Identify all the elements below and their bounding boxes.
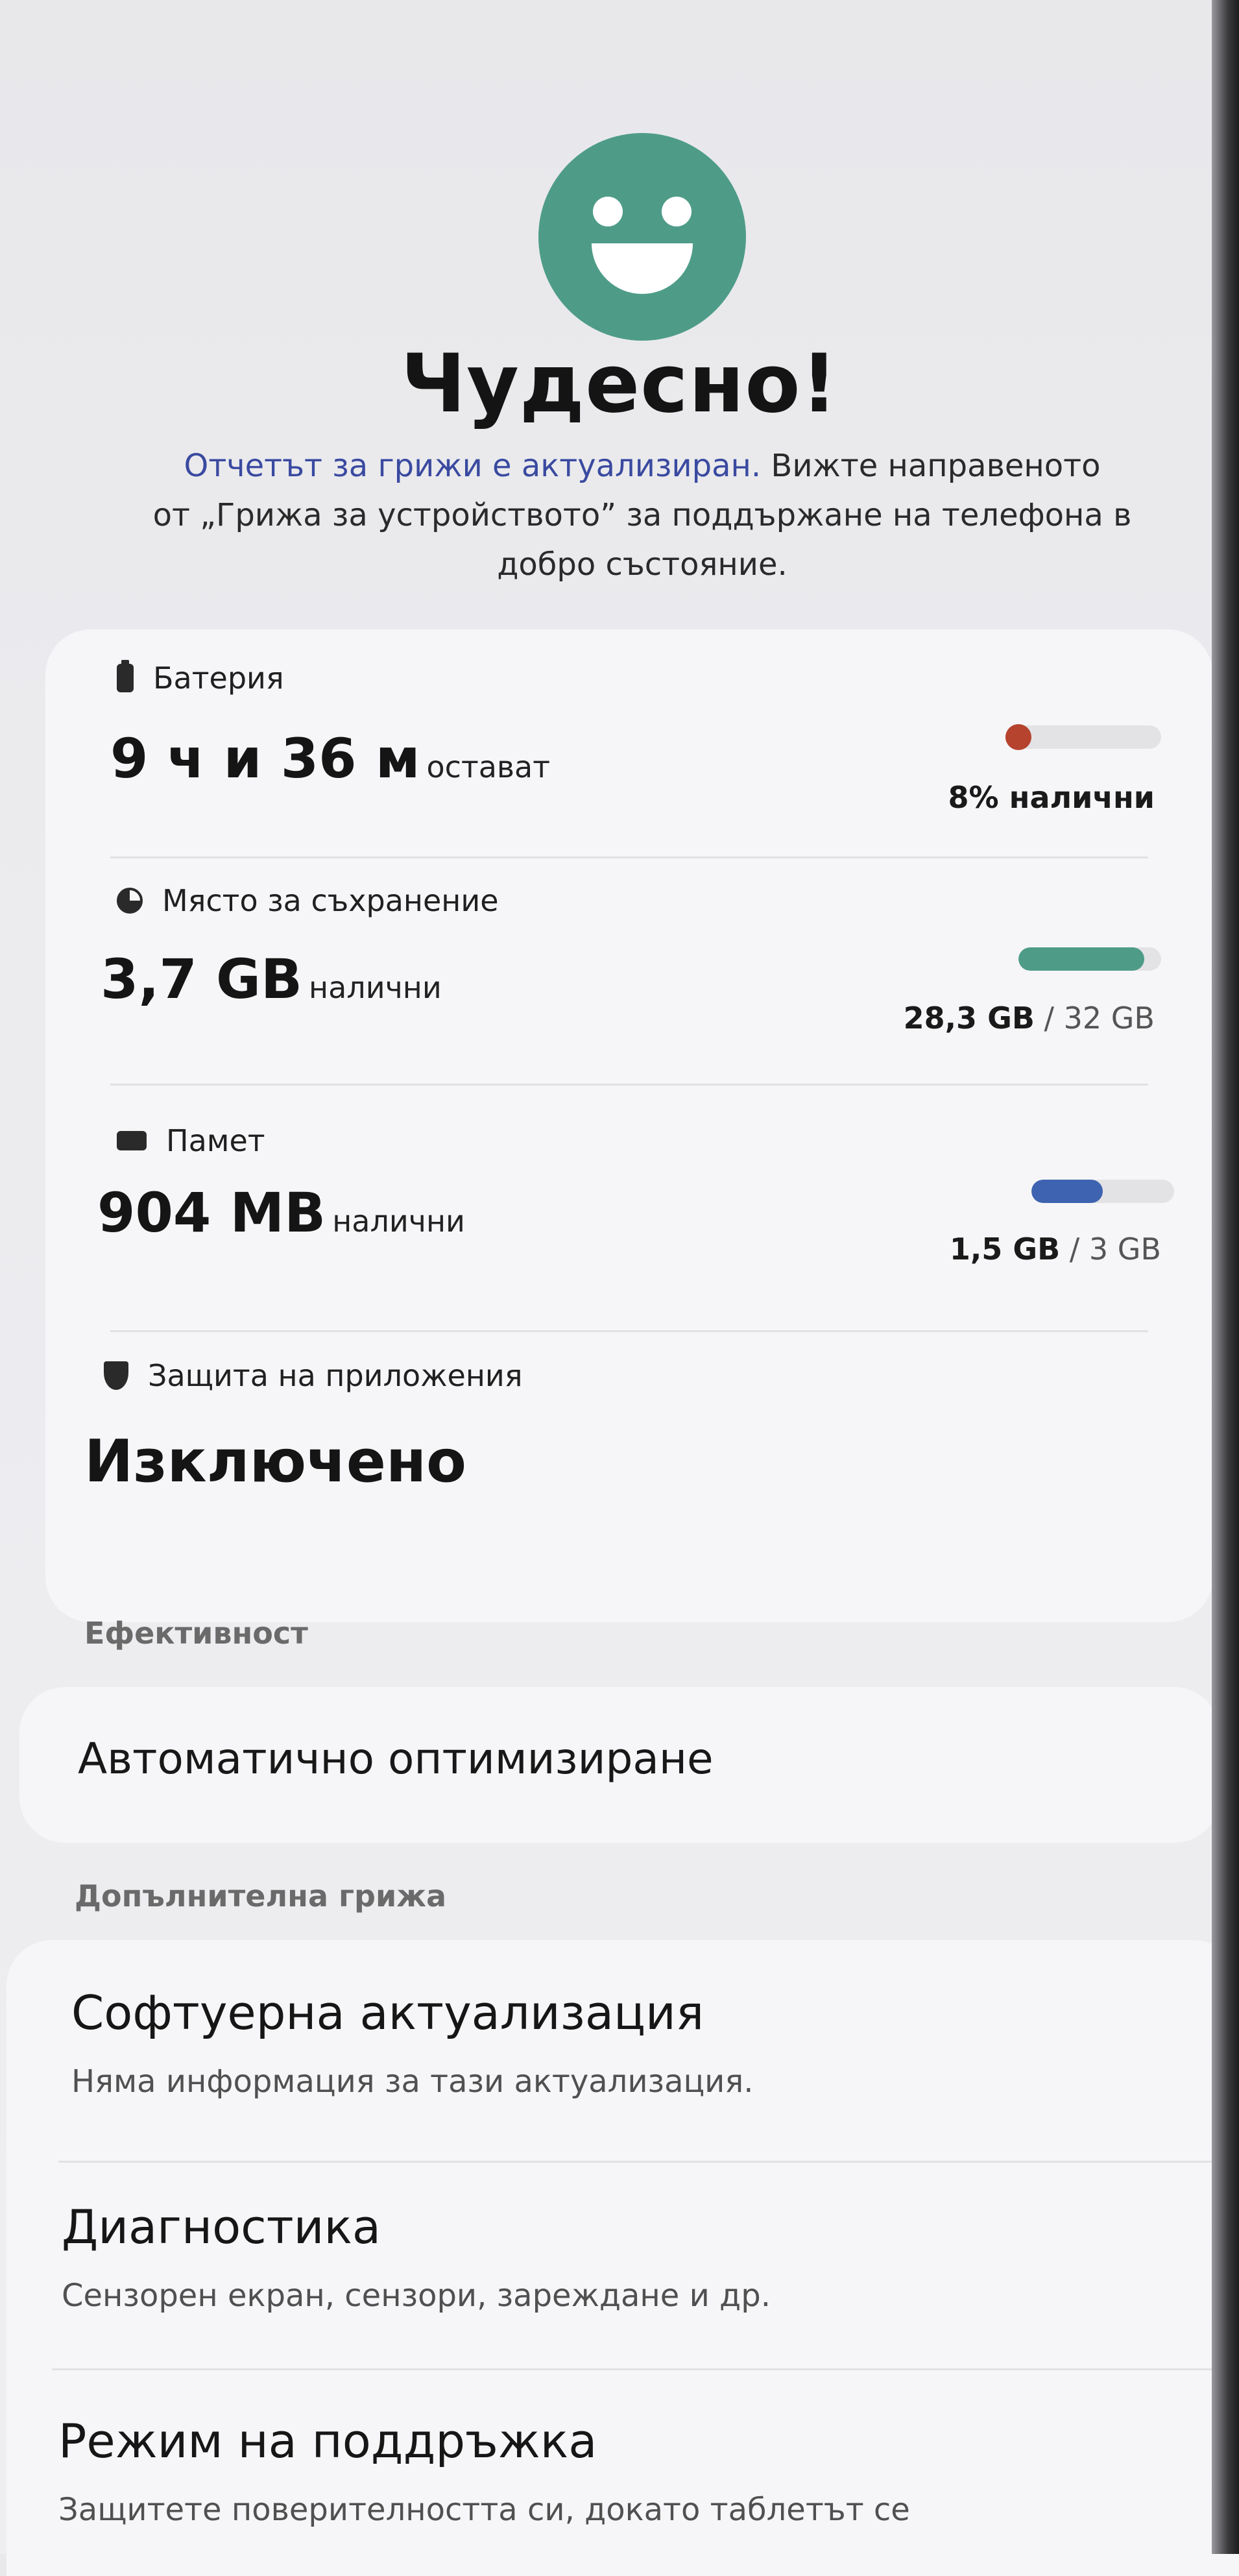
battery-time-suffix: остават (426, 749, 551, 784)
app-protection-header: Защита на приложения (104, 1356, 523, 1395)
smiley-eye-right (662, 197, 692, 226)
device-bezel (1212, 0, 1239, 2554)
battery-icon (117, 660, 134, 692)
additional-care-card: Софтуерна актуализация Няма информация з… (6, 1940, 1239, 2576)
battery-header: Батерия (117, 659, 284, 698)
smiley-eye-left (593, 197, 623, 226)
memory-usage-text: 1,5 GB / 3 GB (950, 1232, 1161, 1267)
memory-available: 904 MB налични (97, 1181, 465, 1245)
device-care-summary-card: Батерия 9 ч и 36 м остават 8% налични Мяс… (45, 629, 1213, 1622)
memory-header: Памет (117, 1121, 265, 1160)
divider (52, 2368, 1213, 2370)
report-desc-line1: Вижте направеното (761, 448, 1101, 484)
battery-time-value: 9 ч и 36 м (110, 727, 420, 790)
auto-optimize-card[interactable]: Автоматично оптимизиране (19, 1687, 1220, 1843)
storage-available-value: 3,7 GB (101, 947, 303, 1011)
storage-available: 3,7 GB налични (101, 947, 442, 1011)
maintenance-mode-title[interactable]: Режим на поддръжка (58, 2414, 597, 2468)
storage-pie-icon (117, 888, 143, 914)
app-protection-label: Защита на приложения (148, 1358, 523, 1393)
additional-care-header: Допълнителна грижа (75, 1878, 447, 1914)
diagnostics-title[interactable]: Диагностика (62, 2200, 381, 2254)
memory-usage-bar (1031, 1180, 1174, 1203)
storage-usage-fill (1018, 947, 1144, 971)
memory-chip-icon (117, 1131, 147, 1150)
storage-used: 28,3 GB (903, 1001, 1035, 1036)
storage-section[interactable]: Място за съхранение 3,7 GB налични 28,3 G… (45, 857, 1213, 1097)
report-desc-line3: добро състояние. (497, 546, 788, 583)
storage-header: Място за съхранение (117, 881, 499, 920)
screen: Чудесно! Отчетът за грижи е актуализиран… (0, 0, 1239, 2576)
software-update-title[interactable]: Софтуерна актуализация (71, 1986, 704, 2040)
battery-level-dot (1005, 724, 1031, 750)
software-update-subtitle: Няма информация за тази актуализация. (71, 2063, 754, 2100)
report-updated-link[interactable]: Отчетът за грижи е актуализиран. (184, 448, 762, 484)
storage-available-suffix: налични (309, 970, 442, 1005)
shield-icon (104, 1361, 128, 1390)
efficiency-header: Ефективност (84, 1616, 308, 1651)
smiley-icon (538, 133, 746, 341)
report-description: Отчетът за грижи е актуализиран. Вижте н… (130, 441, 1155, 589)
storage-usage-bar (1018, 947, 1161, 971)
memory-available-value: 904 MB (97, 1181, 326, 1245)
storage-usage-text: 28,3 GB / 32 GB (904, 1001, 1155, 1036)
app-protection-status: Изключено (84, 1428, 466, 1496)
storage-label: Място за съхранение (162, 883, 499, 918)
battery-section[interactable]: Батерия 9 ч и 36 м остават 8% налични (45, 629, 1213, 857)
maintenance-mode-subtitle: Защитете поверителността си, докато табл… (58, 2492, 910, 2528)
memory-total: / 3 GB (1060, 1232, 1161, 1267)
memory-usage-fill (1031, 1180, 1103, 1203)
memory-label: Памет (166, 1123, 265, 1158)
battery-time-remaining: 9 ч и 36 м остават (110, 727, 550, 790)
memory-available-suffix: налични (332, 1204, 465, 1239)
report-desc-line2: от „Грижа за устройството” за поддържане… (152, 497, 1132, 533)
storage-total: / 32 GB (1034, 1001, 1155, 1036)
app-protection-section[interactable]: Защита на приложения Изключено (45, 1330, 1213, 1590)
diagnostics-subtitle: Сензорен екран, сензори, зареждане и др. (62, 2278, 771, 2314)
auto-optimize-title: Автоматично оптимизиране (78, 1734, 714, 1784)
smiley-mouth (592, 243, 693, 294)
divider (58, 2161, 1213, 2163)
memory-section[interactable]: Памет 904 MB налични 1,5 GB / 3 GB (45, 1084, 1213, 1330)
battery-label: Батерия (153, 661, 284, 696)
memory-used: 1,5 GB (949, 1232, 1061, 1267)
page-title: Чудесно! (400, 337, 839, 431)
battery-status: 8% налични (948, 780, 1155, 815)
battery-status-text: 8% налични (948, 780, 1155, 815)
